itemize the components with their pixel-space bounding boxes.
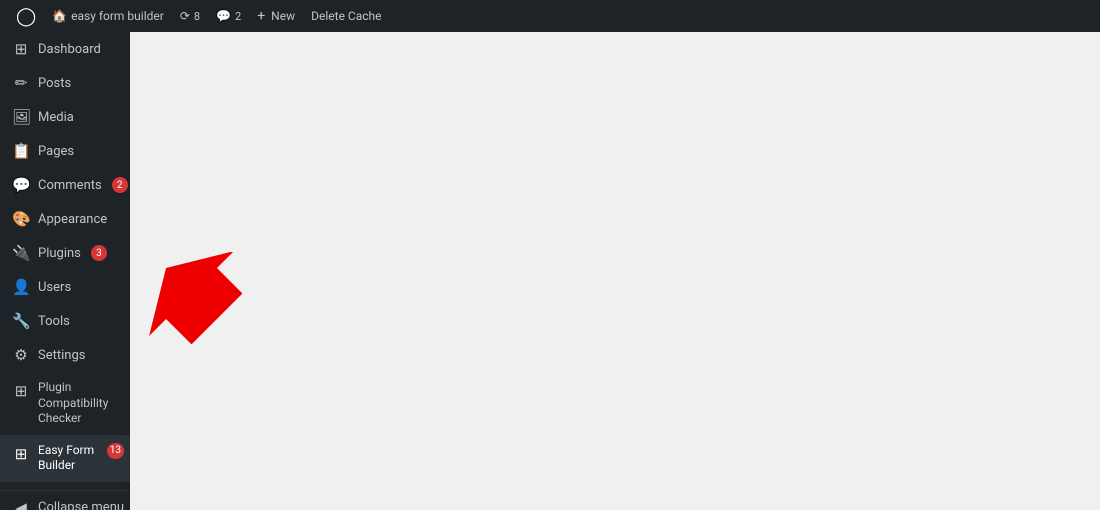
plugin-compat-icon: ⊞ — [12, 382, 30, 400]
collapse-menu[interactable]: ◀ Collapse menu — [0, 490, 130, 510]
sidebar: ⊞ Dashboard ✏ Posts 🖼 Media 📋 Pages 💬 Co… — [0, 32, 130, 510]
new-item[interactable]: + New — [249, 0, 303, 32]
comments-icon: 💬 — [12, 176, 30, 194]
sidebar-item-posts[interactable]: ✏ Posts — [0, 66, 130, 100]
wp-logo[interactable]: ◯ — [8, 0, 44, 32]
sidebar-item-dashboard[interactable]: ⊞ Dashboard — [0, 32, 130, 66]
delete-cache[interactable]: Delete Cache — [303, 0, 389, 32]
comments-badge: 2 — [112, 177, 128, 193]
tools-icon: 🔧 — [12, 312, 30, 330]
sidebar-item-comments[interactable]: 💬 Comments 2 — [0, 168, 130, 202]
posts-icon: ✏ — [12, 74, 30, 92]
sidebar-item-settings[interactable]: ⚙ Settings — [0, 338, 130, 372]
plugins-badge: 3 — [91, 245, 107, 261]
settings-icon: ⚙ — [12, 346, 30, 364]
sidebar-item-appearance[interactable]: 🎨 Appearance — [0, 202, 130, 236]
sidebar-item-media[interactable]: 🖼 Media — [0, 100, 130, 134]
site-name[interactable]: 🏠 easy form builder — [44, 0, 172, 32]
appearance-icon: 🎨 — [12, 210, 30, 228]
users-icon: 👤 — [12, 278, 30, 296]
comments-bar[interactable]: 💬 2 — [208, 0, 249, 32]
efb-badge: 13 — [107, 443, 124, 459]
sidebar-item-plugin-compat[interactable]: ⊞ Plugin Compatibility Checker — [0, 372, 130, 435]
dashboard-icon: ⊞ — [12, 40, 30, 58]
efb-icon: ⊞ — [12, 445, 30, 463]
sidebar-item-tools[interactable]: 🔧 Tools — [0, 304, 130, 338]
sidebar-item-easy-form-builder[interactable]: ⊞ Easy Form Builder 13 Panel Create — [0, 435, 130, 482]
main-layout: ⊞ Dashboard ✏ Posts 🖼 Media 📋 Pages 💬 Co… — [0, 32, 1100, 510]
sidebar-item-plugins[interactable]: 🔌 Plugins 3 — [0, 236, 130, 270]
pages-icon: 📋 — [12, 142, 30, 160]
content-area — [130, 32, 1100, 510]
updates[interactable]: ⟳ 8 — [172, 0, 208, 32]
sidebar-item-users[interactable]: 👤 Users — [0, 270, 130, 304]
collapse-icon: ◀ — [12, 499, 30, 510]
sidebar-item-pages[interactable]: 📋 Pages — [0, 134, 130, 168]
media-icon: 🖼 — [12, 108, 30, 126]
plugins-icon: 🔌 — [12, 244, 30, 262]
admin-bar: ◯ 🏠 easy form builder ⟳ 8 💬 2 + New Dele… — [0, 0, 1100, 32]
red-arrow — [140, 252, 260, 352]
